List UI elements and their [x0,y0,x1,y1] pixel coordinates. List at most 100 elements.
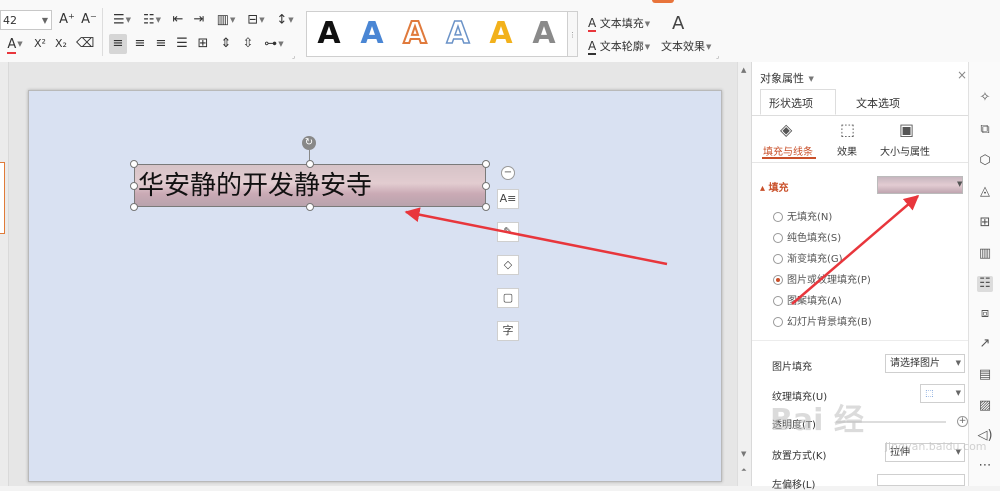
text-style-tool-icon[interactable]: A≡ [497,189,519,209]
fill-section-header[interactable]: ▴ 填充 [760,179,789,194]
shrink-font-button[interactable]: A⁻ [80,10,98,30]
slide[interactable] [28,90,722,482]
effects-icon[interactable]: ⬚ [840,120,855,139]
dialog-launcher-icon[interactable]: ⌟ [292,52,295,60]
text-outline-button[interactable]: A 文本轮廓▼ [588,38,650,55]
tab-text-options[interactable]: 文本选项 [856,95,900,111]
distribute-icon[interactable]: ⊞ [195,34,211,54]
wordart-style-orange-outline[interactable]: A [395,14,435,54]
collapse-toolbar-icon[interactable]: − [501,166,515,180]
radio-icon[interactable] [773,212,783,222]
grid-icon[interactable]: ⊞ [977,215,993,231]
align-right-icon[interactable]: ≡ [153,34,169,54]
pin-icon[interactable]: ✧ [977,90,993,106]
font-icon[interactable]: 字 [497,321,519,341]
columns-icon[interactable]: ▥▼ [214,10,238,31]
align-center-icon[interactable]: ≡ [132,34,148,54]
text-effect-button[interactable]: 文本效果▼ [661,38,711,54]
gallery-more-button[interactable]: ⋮ [568,11,578,57]
fill-option-slide-background[interactable]: 幻灯片背景填充(B) [773,313,872,328]
fill-preview-swatch[interactable] [877,176,963,194]
resize-handle-n[interactable] [306,160,314,168]
panel-title[interactable]: 对象属性 ▼ [760,70,814,86]
subtab-effects[interactable]: 效果 [837,143,857,158]
shape-style-icon[interactable]: ⧉ [977,122,993,138]
scroll-page-up-icon[interactable]: ⏶ [741,466,747,475]
fill-option-gradient[interactable]: 渐变填充(G) [773,250,843,265]
chevron-down-icon: ▼ [41,16,48,25]
scroll-up-icon[interactable]: ▲ [741,66,746,74]
resize-handle-e[interactable] [482,182,490,190]
outline-icon[interactable]: ▢ [497,288,519,308]
fill-option-none[interactable]: 无填充(N) [773,208,832,223]
text-fill-button[interactable]: A 文本填充▼ [588,15,650,32]
font-size-select[interactable]: 42 ▼ [0,10,52,30]
share-icon[interactable]: ↗ [977,336,993,352]
wordart-style-blue[interactable]: A [352,14,392,54]
subtab-fill-line[interactable]: 填充与线条 [763,143,813,158]
more-icon[interactable]: ⋯ [977,458,993,474]
fill-option-pattern[interactable]: 图案填充(A) [773,292,842,307]
text-direction-icon[interactable]: ⊟▼ [244,10,268,31]
radio-icon[interactable] [773,317,783,327]
radio-icon[interactable] [773,254,783,264]
fill-icon[interactable]: ◬ [977,184,993,200]
fill-bucket-icon[interactable]: ◇ [497,255,519,275]
rotate-handle-icon[interactable]: ↻ [302,136,316,150]
font-color-button[interactable]: A▼ [4,34,26,55]
decrease-indent-icon[interactable]: ⇤ [170,10,186,30]
numbered-list-icon[interactable]: ☷▼ [140,10,164,31]
wordart-style-gray[interactable]: A [524,14,564,54]
radio-selected-icon[interactable] [773,275,783,285]
resize-handle-ne[interactable] [482,160,490,168]
vertical-align-icon[interactable]: ⇳ [240,34,256,54]
vertical-scrollbar[interactable]: ▲ ▼ ⏶ [737,62,751,486]
slide-thumbnail-strip[interactable] [0,62,9,486]
resize-handle-sw[interactable] [130,203,138,211]
picture-fill-select[interactable]: 请选择图片 ▼ [885,354,965,373]
justify-icon[interactable]: ☰ [174,34,190,54]
subtab-size-properties[interactable]: 大小与属性 [880,143,930,158]
scroll-down-icon[interactable]: ▼ [741,450,746,458]
resize-handle-se[interactable] [482,203,490,211]
radio-icon[interactable] [773,296,783,306]
pencil-icon[interactable]: ✎ [497,222,519,242]
textbox-text[interactable]: 华安静的开发静安寺 [138,166,372,206]
radio-icon[interactable] [773,233,783,243]
dialog-launcher-icon[interactable]: ⌟ [716,52,719,60]
align-left-icon[interactable]: ≡ [109,34,127,54]
archive-icon[interactable]: ▤ [977,367,993,383]
fill-option-picture-texture[interactable]: 图片或纹理填充(P) [773,271,871,286]
image-icon[interactable]: ▨ [977,398,993,414]
plus-icon[interactable]: + [957,416,968,427]
paint-bucket-icon[interactable]: ◈ [780,120,792,139]
wordart-style-gold[interactable]: A [481,14,521,54]
subscript-button[interactable]: X₂ [53,34,69,54]
resize-handle-s[interactable] [306,203,314,211]
wordart-style-blue-outline[interactable]: A [438,14,478,54]
resize-handle-nw[interactable] [130,160,138,168]
line-spacing-icon[interactable]: ↕▼ [273,10,297,31]
increase-indent-icon[interactable]: ⇥ [191,10,207,30]
texture-fill-select[interactable]: ⬚ ▼ [920,384,965,403]
paragraph-spacing-icon[interactable]: ⇕ [218,34,234,54]
tab-shape-options[interactable]: 形状选项 [769,95,813,111]
eraser-icon[interactable]: ⌫ [76,34,94,54]
transform-icon[interactable]: ⧈ [977,306,993,322]
layers-icon[interactable]: ⬡ [977,153,993,169]
superscript-button[interactable]: X² [32,34,48,54]
text-align-icon[interactable]: ⊶▼ [262,34,286,55]
selected-slide-thumbnail[interactable] [0,162,5,234]
grow-font-button[interactable]: A⁺ [58,10,76,30]
chart-icon[interactable]: ▥ [977,246,993,262]
close-icon[interactable]: × [957,68,967,82]
offset-input[interactable] [877,474,965,486]
resize-handle-w[interactable] [130,182,138,190]
fill-option-solid[interactable]: 纯色填充(S) [773,229,841,244]
chevron-down-icon[interactable]: ▼ [957,180,962,188]
properties-icon[interactable]: ☷ [977,276,993,292]
wordart-style-black[interactable]: A [309,14,349,54]
bullet-list-icon[interactable]: ☰▼ [110,10,134,31]
text-effect-icon[interactable]: A [672,13,684,34]
size-icon[interactable]: ▣ [899,120,914,139]
